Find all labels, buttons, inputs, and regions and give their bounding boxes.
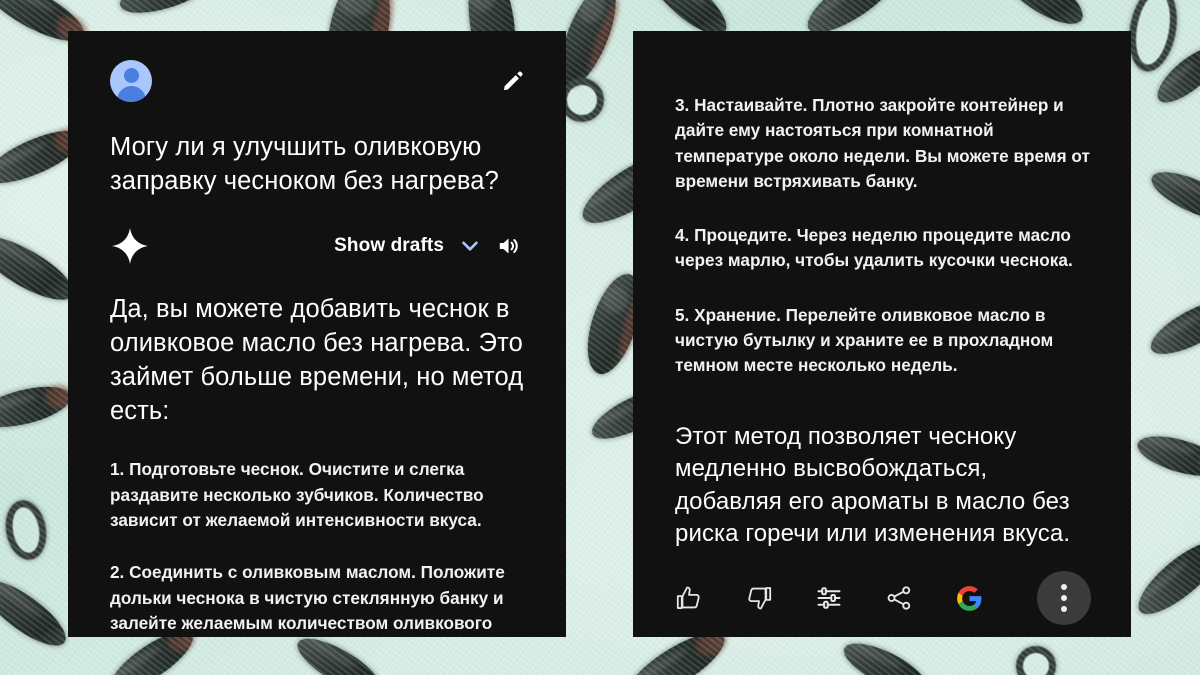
user-question: Могу ли я улучшить оливковую заправку че…: [110, 133, 499, 195]
thumb-down-button[interactable]: [739, 578, 779, 618]
response-action-bar: [633, 571, 1131, 625]
edit-prompt-button[interactable]: [496, 64, 530, 98]
drafts-controls: Show drafts: [334, 233, 534, 259]
sparkle-icon: [112, 227, 148, 264]
show-drafts-label[interactable]: Show drafts: [334, 235, 444, 257]
share-icon: [887, 586, 911, 610]
answer-lead: Да, вы можете добавить чеснок в оливково…: [110, 294, 524, 425]
answer-step: 4. Процедите. Через неделю процедите мас…: [675, 225, 1073, 271]
background-clove: [1128, 530, 1200, 626]
answer-step: 1. Подготовьте чеснок. Очистите и слегка…: [110, 459, 484, 530]
pencil-icon: [504, 71, 523, 91]
answer-step: 5. Хранение. Перелейте оливковое масло в…: [675, 304, 1054, 376]
thumb-up-button[interactable]: [669, 578, 709, 618]
background-clove: [0, 378, 75, 436]
background-clove: [837, 633, 933, 675]
more-options-button[interactable]: [1037, 571, 1091, 625]
tune-button[interactable]: [809, 578, 849, 618]
background-clove-ring: [560, 78, 604, 122]
background-clove-ring: [1016, 646, 1056, 675]
background-clove: [988, 0, 1092, 35]
avatar-head: [123, 68, 139, 83]
drafts-row: Show drafts: [110, 226, 534, 266]
answer-step: 2. Соединить с оливковым маслом. Положит…: [110, 562, 505, 633]
background-clove: [1145, 162, 1200, 230]
tune-icon: [817, 587, 841, 609]
conversation-card-right: 3. Настаивайте. Плотно закройте контейне…: [633, 31, 1131, 637]
thumb-up-icon: [676, 586, 700, 609]
thumb-down-icon: [748, 587, 772, 610]
avatar[interactable]: [110, 60, 152, 102]
background-clove-ring: [1, 496, 51, 564]
google-button[interactable]: [949, 578, 989, 618]
share-button[interactable]: [879, 578, 919, 618]
background-clove: [1133, 428, 1200, 484]
volume-up-icon[interactable]: [496, 233, 522, 259]
background-clove: [0, 569, 75, 657]
avatar-body: [116, 86, 146, 102]
background-clove-ring: [1122, 0, 1184, 76]
three-dots-icon: [1061, 584, 1067, 612]
chevron-down-icon[interactable]: [458, 234, 482, 258]
background-clove: [1143, 289, 1200, 365]
answer-step: 3. Настаивайте. Плотно закройте контейне…: [675, 95, 1090, 191]
answer-conclusion: Этот метод позволяет чесноку медленно вы…: [675, 422, 1071, 548]
google-icon: [956, 585, 981, 611]
background-clove: [115, 0, 217, 23]
conversation-card-left: Могу ли я улучшить оливковую заправку че…: [68, 31, 566, 637]
card-header: [110, 60, 534, 102]
